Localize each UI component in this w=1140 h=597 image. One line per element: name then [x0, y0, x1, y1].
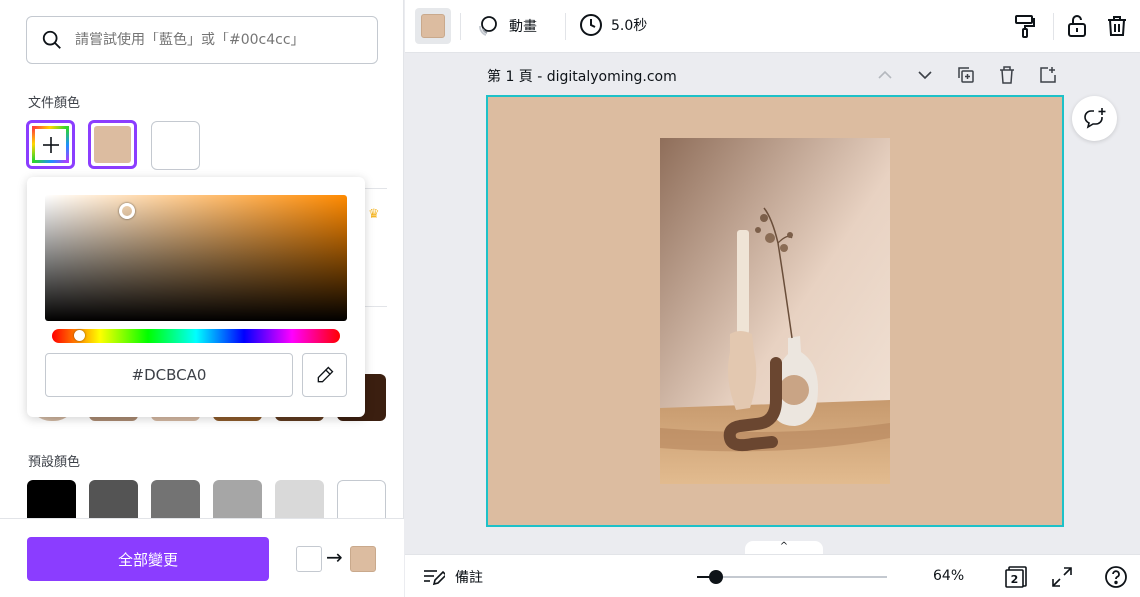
color-search-box[interactable]: [26, 16, 378, 64]
background-color-button[interactable]: [415, 8, 451, 44]
replace-from-swatch: [296, 546, 322, 572]
animate-icon: [479, 16, 497, 36]
vase-photo[interactable]: [660, 138, 890, 484]
zoom-value[interactable]: 64%: [933, 568, 964, 584]
search-input[interactable]: [75, 32, 355, 48]
trash-icon: [1000, 66, 1014, 84]
add-color-button[interactable]: [26, 120, 75, 169]
trash-icon: [1108, 16, 1126, 36]
hue-handle[interactable]: [74, 330, 85, 341]
format-painter-icon: [1015, 15, 1035, 38]
preset-colors-label: 預設顏色: [28, 455, 81, 470]
color-picker-popover: #DCBCA0: [27, 177, 365, 417]
crown-icon: ♛: [368, 207, 380, 222]
move-page-down-button[interactable]: [913, 64, 937, 86]
fullscreen-icon: [1052, 567, 1072, 587]
search-icon: [42, 30, 61, 49]
chevron-down-icon: [918, 71, 932, 80]
format-painter-button[interactable]: [1011, 12, 1039, 40]
duration-button[interactable]: 5.0秒: [579, 13, 647, 37]
pages-view-button[interactable]: 2: [1003, 564, 1029, 590]
animate-label: 動畫: [509, 19, 537, 35]
divider: [1053, 13, 1054, 40]
lock-icon: [1068, 15, 1086, 37]
page-count: 2: [1011, 573, 1019, 586]
chevron-up-icon: ^: [779, 541, 789, 552]
zoom-knob[interactable]: [709, 570, 723, 584]
saturation-handle[interactable]: [119, 203, 135, 219]
delete-page-button[interactable]: [995, 64, 1019, 86]
eyedropper-icon: [317, 366, 333, 383]
show-pages-button[interactable]: ^: [745, 541, 823, 555]
arrow-right-icon: →: [326, 545, 343, 569]
plus-icon: [42, 136, 59, 153]
editor-toolbar: 動畫 5.0秒: [405, 0, 1140, 53]
help-icon: [1105, 566, 1127, 588]
hue-slider[interactable]: [52, 329, 340, 343]
clock-icon: [580, 14, 602, 36]
delete-button[interactable]: [1103, 12, 1131, 40]
color-panel: 文件顏色 ♛ 預設顏色 #DCBCA0 全部變更 →: [0, 0, 404, 597]
document-colors-label: 文件顏色: [28, 96, 81, 111]
replace-to-swatch: [350, 546, 376, 572]
zoom-slider[interactable]: [697, 570, 887, 584]
fullscreen-button[interactable]: [1049, 564, 1075, 590]
pages-icon: 2: [1005, 566, 1027, 588]
add-comment-button[interactable]: [1072, 96, 1117, 141]
duplicate-page-button[interactable]: [954, 64, 978, 86]
eyedropper-button[interactable]: [302, 353, 347, 397]
help-button[interactable]: [1103, 564, 1129, 590]
vase-photo-image: [660, 138, 890, 484]
notes-label: 備註: [455, 570, 483, 586]
page-title: 第 1 頁 - digitalyoming.com: [487, 69, 677, 85]
notes-button[interactable]: 備註: [423, 567, 483, 587]
notes-icon: [424, 570, 445, 586]
editor-footer: 備註 64% 2: [405, 554, 1140, 597]
move-page-up-button[interactable]: [873, 64, 897, 86]
change-all-button[interactable]: 全部變更: [27, 537, 269, 581]
document-color-swatch[interactable]: [88, 120, 137, 169]
duration-label: 5.0秒: [611, 18, 648, 34]
divider: [460, 13, 461, 40]
saturation-area[interactable]: [45, 195, 347, 321]
divider: [565, 13, 566, 40]
add-page-icon: [1040, 67, 1056, 83]
lock-button[interactable]: [1063, 12, 1091, 40]
hex-input[interactable]: #DCBCA0: [45, 353, 293, 397]
animate-button[interactable]: 動畫: [475, 13, 537, 39]
duplicate-icon: [958, 67, 974, 83]
apply-bar: 全部變更 →: [0, 518, 404, 597]
chevron-up-icon: [878, 70, 892, 79]
document-color-swatch[interactable]: [151, 121, 200, 170]
add-page-button[interactable]: [1036, 64, 1060, 86]
add-comment-icon: [1083, 107, 1105, 129]
